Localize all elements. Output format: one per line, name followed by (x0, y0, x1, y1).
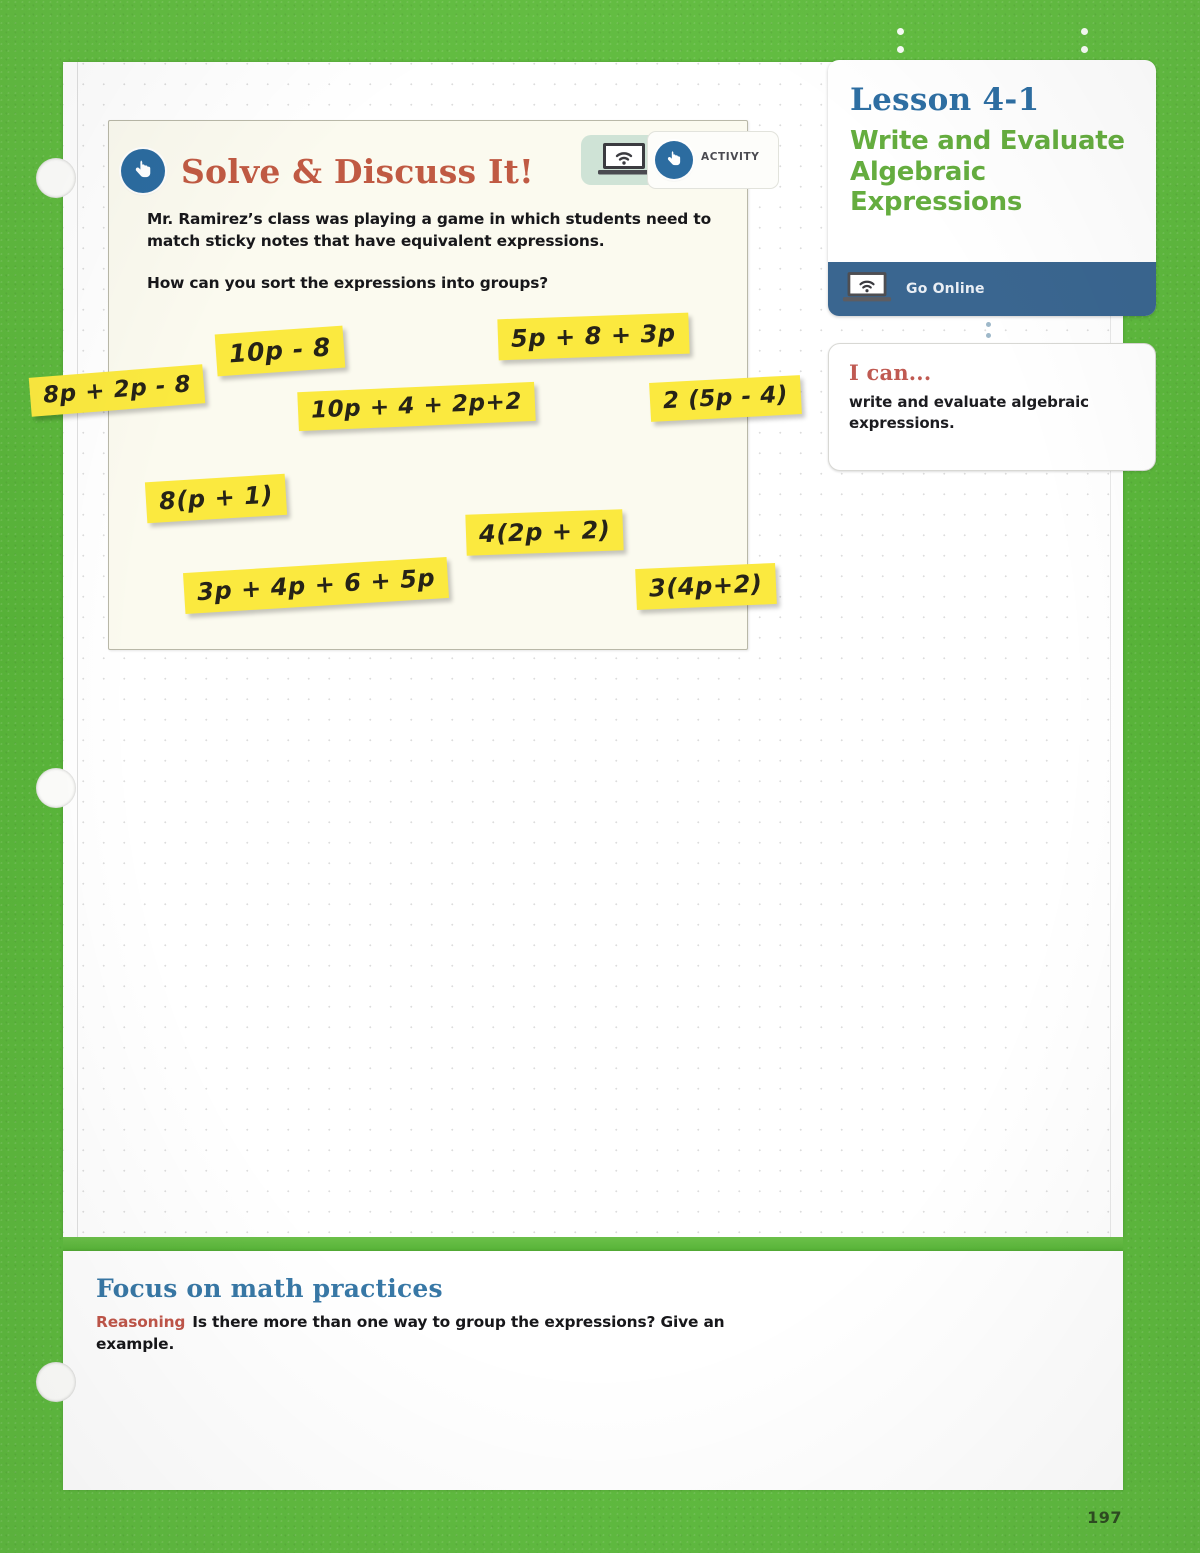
page-number: 197 (1087, 1508, 1122, 1527)
focus-text: Is there more than one way to group the … (96, 1313, 725, 1354)
solve-discuss-title: Solve & Discuss It! (181, 151, 534, 191)
sticky-note[interactable]: 3(4p+2) (635, 562, 777, 611)
lesson-card: Lesson 4-1 Write and Evaluate Algebraic … (828, 60, 1156, 316)
laptop-wifi-icon (842, 271, 892, 308)
card-connector-dot (986, 333, 991, 338)
sticky-note[interactable]: 2 (5p - 4) (649, 375, 802, 422)
decorative-dot (897, 28, 904, 35)
activity-icon-cluster[interactable]: ACTIVITY (581, 131, 779, 189)
sticky-note[interactable]: 5p + 8 + 3p (497, 312, 690, 361)
hand-pointer-icon (121, 149, 165, 193)
go-online-bar[interactable]: Go Online (828, 262, 1156, 316)
i-can-card: I can... write and evaluate algebraic ex… (828, 343, 1156, 471)
hole-punch (36, 768, 76, 808)
focus-title: Focus on math practices (96, 1274, 443, 1303)
lesson-title: Write and Evaluate Algebraic Expressions (850, 126, 1125, 218)
lesson-number: Lesson 4-1 (850, 82, 1040, 118)
card-connector-dot (986, 322, 991, 327)
section-separator-band (63, 1237, 1123, 1251)
laptop-wifi-icon (597, 142, 651, 176)
activity-body-text: Mr. Ramirez’s class was playing a game i… (147, 209, 727, 295)
focus-on-math-practices-panel: Focus on math practices Reasoning Is ther… (63, 1251, 1123, 1490)
focus-tag: Reasoning (96, 1313, 186, 1331)
decorative-dot (1081, 28, 1088, 35)
hole-punch (36, 158, 76, 198)
activity-paragraph-2: How can you sort the expressions into gr… (147, 273, 548, 292)
hole-punch (36, 1362, 76, 1402)
hand-pointer-icon (655, 141, 693, 179)
go-online-label: Go Online (906, 281, 985, 297)
decorative-dot (897, 46, 904, 53)
sticky-note[interactable]: 4(2p + 2) (465, 509, 625, 556)
i-can-heading: I can... (849, 360, 932, 385)
sticky-note[interactable]: 8(p + 1) (144, 473, 288, 524)
focus-body: Reasoning Is there more than one way to g… (96, 1311, 796, 1356)
margin-rule-left (77, 62, 78, 1237)
decorative-dot (1081, 46, 1088, 53)
i-can-text: write and evaluate algebraic expressions… (849, 393, 1089, 432)
activity-label: ACTIVITY (701, 151, 760, 163)
sticky-note[interactable]: 10p - 8 (214, 325, 346, 377)
activity-paragraph-1: Mr. Ramirez’s class was playing a game i… (147, 210, 712, 250)
